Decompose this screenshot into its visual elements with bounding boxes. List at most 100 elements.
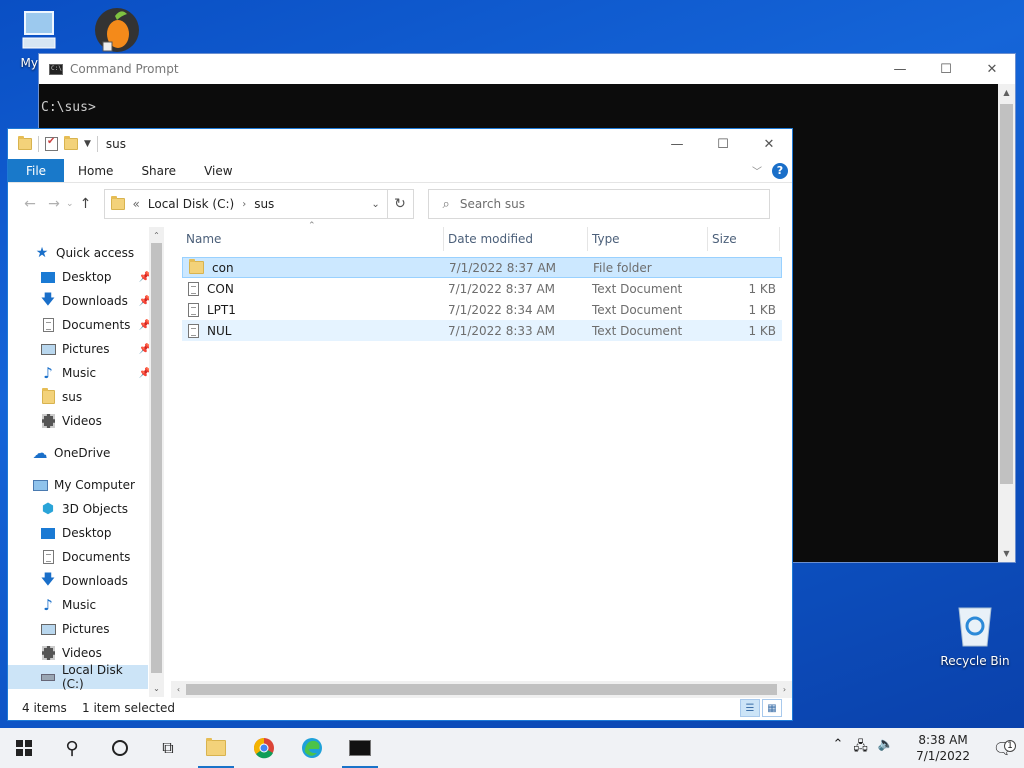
action-center-button[interactable]: 🗨 1 (982, 739, 1024, 758)
cloud-icon: ☁ (32, 444, 48, 462)
explorer-maximize-button[interactable]: ☐ (700, 129, 746, 159)
file-row[interactable]: NUL 7/1/2022 8:33 AM Text Document 1 KB (182, 320, 782, 341)
file-type: Text Document (592, 281, 683, 296)
item-count: 4 items (22, 701, 67, 715)
film-icon (40, 414, 56, 428)
recent-locations-icon[interactable]: ⌄ (66, 199, 74, 209)
cmd-titlebar[interactable]: Command Prompt — ☐ ✕ (39, 54, 1015, 84)
desktop-icon (40, 526, 56, 540)
start-button[interactable] (0, 728, 48, 768)
chevron-up-icon[interactable]: ⌃ (833, 737, 844, 759)
clock[interactable]: 8:38 AM 7/1/2022 (904, 732, 982, 764)
search-button[interactable]: ⚲ (48, 728, 96, 768)
details-view-icon[interactable]: ☰ (740, 699, 760, 717)
explorer-title: sus (105, 137, 127, 151)
tab-file[interactable]: File (8, 159, 64, 182)
nav-quick-access[interactable]: ★ Quick access (8, 241, 165, 265)
nav-qa-downloads[interactable]: 🡇 Downloads 📌 (8, 289, 165, 313)
file-date: 7/1/2022 8:33 AM (448, 323, 556, 338)
cmd-minimize-button[interactable]: — (877, 54, 923, 84)
nav-scroll-thumb[interactable] (151, 243, 162, 673)
nav-qa-videos[interactable]: Videos (8, 409, 165, 433)
cmd-close-button[interactable]: ✕ (969, 54, 1015, 84)
cmd-prompt[interactable]: C:\sus> (39, 84, 1015, 115)
file-row[interactable]: con 7/1/2022 8:37 AM File folder (182, 257, 782, 278)
folder-icon (189, 259, 204, 274)
help-icon[interactable]: ? (772, 162, 788, 179)
tab-share[interactable]: Share (127, 159, 190, 182)
expand-ribbon-icon[interactable]: ﹀ (752, 163, 762, 178)
breadcrumb-sus[interactable]: sus (254, 197, 274, 211)
nav-3d-objects[interactable]: ⬢ 3D Objects (8, 497, 165, 521)
desktop-icon-recycle-bin[interactable]: Recycle Bin (938, 602, 1012, 668)
explorer-minimize-button[interactable]: — (654, 129, 700, 159)
breadcrumb-overflow[interactable]: « (133, 197, 140, 211)
desktop-icon-fl-studio[interactable] (82, 6, 152, 54)
scroll-up-icon[interactable]: ⌃ (149, 227, 164, 244)
task-view-button[interactable]: ⧉ (144, 728, 192, 768)
taskbar-edge[interactable] (288, 728, 336, 768)
column-date-modified[interactable]: Date modified (444, 227, 588, 251)
file-type: Text Document (592, 302, 683, 317)
nav-qa-sus[interactable]: sus (8, 385, 165, 409)
cmd-maximize-button[interactable]: ☐ (923, 54, 969, 84)
up-button[interactable]: ↑ (74, 196, 98, 212)
hscroll-thumb[interactable] (186, 684, 777, 695)
breadcrumb-local-disk[interactable]: Local Disk (C:) (148, 197, 234, 211)
volume-icon[interactable]: 🔈 (878, 737, 894, 759)
column-type[interactable]: Type (588, 227, 708, 251)
refresh-button[interactable]: ↻ (386, 190, 413, 218)
tab-home[interactable]: Home (64, 159, 127, 182)
customize-toolbar-icon[interactable]: ▼ (84, 139, 91, 149)
search-icon: ⌕ (442, 196, 450, 212)
forward-button[interactable]: → (42, 196, 66, 212)
taskbar-chrome[interactable] (240, 728, 288, 768)
search-box[interactable]: ⌕ Search sus (427, 189, 770, 219)
back-button[interactable]: ← (18, 196, 42, 212)
file-row[interactable]: CON 7/1/2022 8:37 AM Text Document 1 KB (182, 278, 782, 299)
scroll-down-icon[interactable]: ▼ (998, 545, 1015, 562)
nav-videos[interactable]: Videos (8, 641, 165, 665)
file-size: 1 KB (748, 302, 776, 317)
taskbar-file-explorer[interactable] (192, 728, 240, 768)
new-folder-icon[interactable] (64, 136, 78, 150)
navigation-scrollbar[interactable]: ⌃ ⌄ (149, 227, 164, 697)
large-icons-view-icon[interactable]: ▦ (762, 699, 782, 717)
properties-icon[interactable] (45, 136, 58, 151)
network-icon[interactable]: 🖧 (853, 737, 868, 759)
nav-documents[interactable]: Documents (8, 545, 165, 569)
nav-local-disk[interactable]: Local Disk (C:) (8, 663, 148, 691)
tab-view[interactable]: View (190, 159, 246, 182)
chevron-down-icon[interactable]: ⌄ (365, 199, 387, 210)
file-explorer-window[interactable]: ▼ sus — ☐ ✕ File Home Share View ﹀ ? ← →… (7, 128, 793, 721)
nav-label: Pictures (62, 622, 110, 636)
cmd-scroll-thumb[interactable] (1000, 104, 1013, 484)
address-bar[interactable]: « Local Disk (C:) › sus ⌄ ↻ (103, 189, 414, 219)
explorer-close-button[interactable]: ✕ (746, 129, 792, 159)
chevron-right-icon[interactable]: › (242, 199, 246, 210)
nav-qa-documents[interactable]: Documents 📌 (8, 313, 165, 337)
scroll-up-icon[interactable]: ▲ (998, 84, 1015, 101)
text-document-icon (188, 323, 199, 338)
nav-desktop[interactable]: Desktop (8, 521, 165, 545)
cmd-scrollbar[interactable]: ▲ ▼ (998, 84, 1015, 562)
chrome-icon (254, 738, 274, 759)
nav-music[interactable]: ♪ Music (8, 593, 165, 617)
explorer-titlebar[interactable]: ▼ sus — ☐ ✕ (8, 129, 792, 159)
nav-qa-desktop[interactable]: Desktop 📌 (8, 265, 165, 289)
nav-qa-pictures[interactable]: Pictures 📌 (8, 337, 165, 361)
column-name[interactable]: Name (182, 227, 444, 251)
file-row[interactable]: LPT1 7/1/2022 8:34 AM Text Document 1 KB (182, 299, 782, 320)
scroll-down-icon[interactable]: ⌄ (149, 680, 164, 697)
clock-date: 7/1/2022 (916, 749, 970, 763)
nav-qa-music[interactable]: ♪ Music 📌 (8, 361, 165, 385)
cortana-button[interactable] (96, 728, 144, 768)
nav-my-computer[interactable]: My Computer (8, 473, 165, 497)
nav-downloads[interactable]: 🡇 Downloads (8, 569, 165, 593)
nav-onedrive[interactable]: ☁ OneDrive (8, 441, 165, 465)
column-size[interactable]: Size (708, 227, 780, 251)
file-date: 7/1/2022 8:37 AM (449, 260, 557, 275)
taskbar-command-prompt[interactable] (336, 728, 384, 768)
search-placeholder[interactable]: Search sus (460, 197, 525, 211)
nav-pictures[interactable]: Pictures (8, 617, 165, 641)
